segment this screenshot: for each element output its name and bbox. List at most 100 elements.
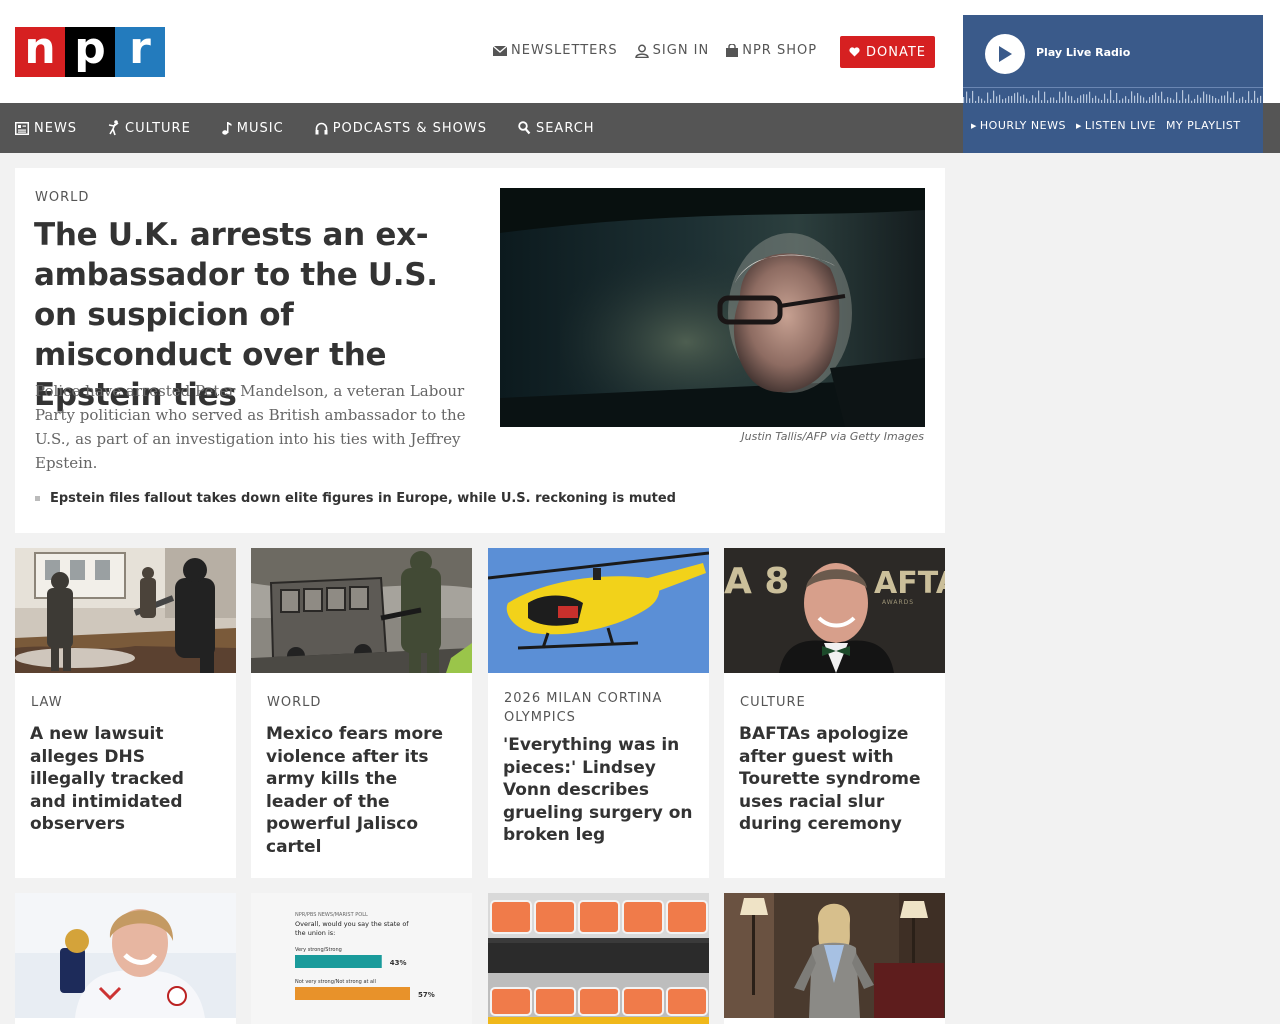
- waveform-bar: [1191, 100, 1193, 103]
- waveform-bar: [1200, 97, 1202, 103]
- man-in-car-photo: [500, 188, 925, 427]
- food-tray: [490, 987, 532, 1016]
- rescue-helicopter-photo: [488, 548, 709, 673]
- play-live-radio-button[interactable]: [985, 34, 1025, 74]
- nav-item-podcasts[interactable]: PODCASTS & SHOWS: [315, 121, 487, 136]
- poll-question-line: the union is:: [295, 929, 335, 937]
- poll-graphic-card[interactable]: NPR/PBS NEWS/MARIST POLL Overall, would …: [251, 893, 472, 1024]
- waveform-bar: [1233, 92, 1235, 103]
- npr-logo[interactable]: n p r: [15, 24, 165, 77]
- waveform-bar: [1068, 95, 1070, 103]
- waveform-bar: [1185, 98, 1187, 103]
- burned-bus-photo: [251, 548, 472, 673]
- waveform-bar: [1020, 96, 1022, 103]
- poll-bar-label: Very strong/Strong: [295, 947, 342, 953]
- waveform-bar: [1074, 100, 1076, 103]
- story-card-slug[interactable]: CULTURE: [740, 693, 935, 712]
- sign-in-label: SIGN IN: [652, 43, 710, 58]
- waveform-bar: [1050, 97, 1052, 103]
- sign-in-link[interactable]: SIGN IN: [634, 43, 710, 58]
- hero-related-link[interactable]: Epstein files fallout takes down elite f…: [35, 491, 676, 506]
- envelope-icon: [493, 45, 507, 56]
- waveform-bar: [1002, 99, 1004, 103]
- waveform-bar: [1032, 95, 1034, 103]
- hero-slug[interactable]: WORLD: [35, 190, 89, 205]
- donate-button[interactable]: DONATE: [840, 36, 935, 68]
- waveform-bar: [1203, 91, 1205, 103]
- waveform-bar: [1014, 93, 1016, 103]
- story-card-slug[interactable]: LAW: [31, 693, 226, 712]
- waveform-bar: [1080, 95, 1082, 103]
- my-playlist-link[interactable]: MY PLAYLIST: [1166, 119, 1241, 132]
- story-card-image[interactable]: [724, 893, 945, 1024]
- waveform-bar: [987, 92, 989, 103]
- waveform-bar: [1044, 91, 1046, 103]
- waveform-bar: [1098, 98, 1100, 103]
- waveform-bar: [1140, 95, 1142, 103]
- nav-item-music[interactable]: MUSIC: [221, 121, 284, 136]
- waveform-bar: [1182, 90, 1184, 103]
- food-tray: [622, 987, 664, 1016]
- hero-story: WORLD The U.K. arrests an ex-ambassador …: [15, 168, 945, 533]
- news-icon: [15, 121, 29, 135]
- waveform-bar: [966, 91, 968, 103]
- listen-live-link[interactable]: ▶ LISTEN LIVE: [1076, 119, 1156, 132]
- story-card-image[interactable]: [15, 893, 236, 1024]
- waveform-bar: [1122, 98, 1124, 103]
- waveform-bar: [1209, 94, 1211, 103]
- story-card-image[interactable]: [488, 893, 709, 1024]
- waveform-bar: [1152, 95, 1154, 103]
- food-trays-photo: [488, 893, 709, 1024]
- hero-teaser[interactable]: Police have arrested Peter Mandelson, a …: [35, 379, 475, 475]
- story-card-slug[interactable]: 2026 MILAN CORTINA OLYMPICS: [504, 689, 699, 727]
- listen-live-label: LISTEN LIVE: [1084, 119, 1156, 132]
- waveform-bar: [1149, 97, 1151, 103]
- story-card-headline[interactable]: A new lawsuit alleges DHS illegally trac…: [30, 723, 225, 836]
- story-card-headline[interactable]: BAFTAs apologize after guest with Touret…: [739, 723, 934, 836]
- story-card-headline[interactable]: 'Everything was in pieces:' Lindsey Vonn…: [503, 734, 698, 847]
- newsletters-label: NEWSLETTERS: [511, 43, 618, 58]
- waveform-bar: [1134, 95, 1136, 103]
- waveform-bar: [1008, 96, 1010, 103]
- state-of-union-poll-chart: NPR/PBS NEWS/MARIST POLL Overall, would …: [295, 912, 435, 1000]
- agents-in-street-photo: [15, 548, 236, 673]
- bafta-backdrop-subtext: AWARDS: [882, 599, 914, 606]
- hourly-news-link[interactable]: ▶ HOURLY NEWS: [971, 119, 1066, 132]
- story-card-image[interactable]: [15, 548, 236, 673]
- nav-item-search[interactable]: SEARCH: [518, 121, 595, 136]
- user-icon: [634, 44, 649, 58]
- food-tray: [578, 987, 620, 1016]
- waveform-bar: [972, 90, 974, 103]
- waveform-bar: [1089, 91, 1091, 103]
- poll-bar-value: 43%: [390, 959, 407, 967]
- waveform-bar: [975, 100, 977, 103]
- waveform-bar: [1116, 92, 1118, 103]
- nav-item-culture[interactable]: CULTURE: [108, 120, 191, 136]
- story-card-image[interactable]: [251, 548, 472, 673]
- npr-shop-link[interactable]: NPR SHOP: [726, 43, 817, 58]
- hero-photo[interactable]: [500, 188, 925, 427]
- story-card-image[interactable]: [488, 548, 709, 673]
- waveform-bar: [1053, 97, 1055, 103]
- story-card-slug[interactable]: WORLD: [267, 693, 462, 712]
- waveform-bar: [1167, 97, 1169, 103]
- nav-item-news[interactable]: NEWS: [15, 121, 77, 136]
- newsletters-link[interactable]: NEWSLETTERS: [493, 43, 618, 58]
- story-card-headline[interactable]: Mexico fears more violence after its arm…: [266, 723, 461, 858]
- waveform-bar: [1245, 99, 1247, 103]
- waveform-bar: [1017, 92, 1019, 103]
- hero-related-label: Epstein files fallout takes down elite f…: [50, 491, 676, 506]
- waveform-bar: [1035, 97, 1037, 103]
- utility-links: NEWSLETTERS SIGN IN NPR SHOP: [493, 43, 834, 58]
- story-card-image[interactable]: A 8 AFTA AWARDS: [724, 548, 945, 673]
- poll-bar: [295, 987, 410, 1000]
- waveform-bar: [1125, 96, 1127, 103]
- waveform-bar: [1101, 99, 1103, 103]
- poll-bar-label: Not very strong/Not strong at all: [295, 979, 376, 985]
- waveform-bar: [1083, 94, 1085, 103]
- bullet-icon: [35, 496, 40, 501]
- dancer-icon: [108, 120, 119, 136]
- waveform-bar: [1137, 93, 1139, 103]
- search-icon: [518, 121, 531, 135]
- npr-shop-label: NPR SHOP: [742, 43, 818, 58]
